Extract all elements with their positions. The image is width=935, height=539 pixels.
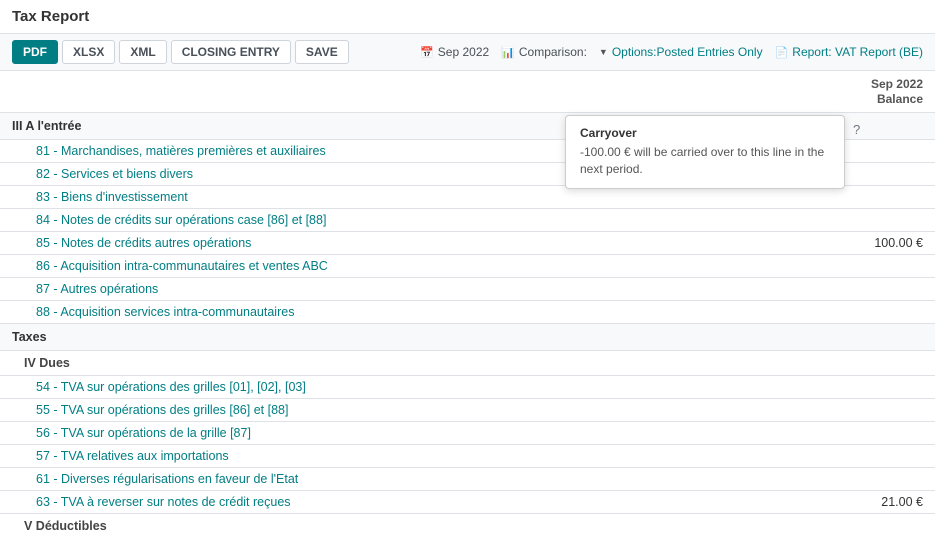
row-label: 87 - Autres opérations: [0, 278, 815, 301]
row-value: [815, 301, 935, 324]
tooltip-title: Carryover: [580, 126, 830, 140]
table-row[interactable]: 85 - Notes de crédits autres opérations1…: [0, 232, 935, 255]
xlsx-button[interactable]: XLSX: [62, 40, 115, 64]
table-row[interactable]: 61 - Diverses régularisations en faveur …: [0, 468, 935, 491]
save-button[interactable]: SAVE: [295, 40, 349, 64]
options-section[interactable]: Options:Posted Entries Only: [599, 45, 763, 59]
chart-icon: [501, 46, 515, 59]
report-section[interactable]: Report: VAT Report (BE): [775, 45, 923, 59]
row-value: [815, 209, 935, 232]
row-label: 54 - TVA sur opérations des grilles [01]…: [0, 376, 815, 399]
filter-icon: [599, 47, 608, 57]
row-label: 63 - TVA à reverser sur notes de crédit …: [0, 491, 815, 514]
section-header: Taxes: [0, 324, 935, 351]
subsection-header: IV Dues: [0, 351, 935, 376]
col-label-header: [0, 71, 815, 113]
comparison-section: Comparison:: [501, 45, 587, 59]
tooltip-help-icon[interactable]: ?: [853, 122, 860, 137]
row-value: [815, 399, 935, 422]
table-row[interactable]: 54 - TVA sur opérations des grilles [01]…: [0, 376, 935, 399]
toolbar: PDF XLSX XML CLOSING ENTRY SAVE Sep 2022…: [0, 34, 935, 71]
col-date: Sep 2022: [871, 77, 923, 91]
col-balance: Balance: [877, 92, 923, 106]
row-label: 86 - Acquisition intra-communautaires et…: [0, 255, 815, 278]
page-title: Tax Report: [12, 8, 89, 25]
tooltip-body: -100.00 € will be carried over to this l…: [580, 144, 830, 178]
xml-button[interactable]: XML: [119, 40, 166, 64]
row-value: [815, 376, 935, 399]
row-value: [815, 186, 935, 209]
row-label: 83 - Biens d'investissement: [0, 186, 815, 209]
row-label: 88 - Acquisition services intra-communau…: [0, 301, 815, 324]
table-row[interactable]: 55 - TVA sur opérations des grilles [86]…: [0, 399, 935, 422]
row-label: 57 - TVA relatives aux importations: [0, 445, 815, 468]
row-value: [815, 278, 935, 301]
pdf-button[interactable]: PDF: [12, 40, 58, 64]
closing-entry-button[interactable]: CLOSING ENTRY: [171, 40, 291, 64]
comparison-label: Comparison:: [519, 45, 587, 59]
carryover-tooltip: Carryover -100.00 € will be carried over…: [565, 115, 845, 189]
row-label: 55 - TVA sur opérations des grilles [86]…: [0, 399, 815, 422]
row-label: 61 - Diverses régularisations en faveur …: [0, 468, 815, 491]
app-container: Tax Report PDF XLSX XML CLOSING ENTRY SA…: [0, 0, 935, 530]
row-value: [815, 468, 935, 491]
row-label: 56 - TVA sur opérations de la grille [87…: [0, 422, 815, 445]
table-row[interactable]: 83 - Biens d'investissement: [0, 186, 935, 209]
table-row[interactable]: 84 - Notes de crédits sur opérations cas…: [0, 209, 935, 232]
subsection-header: V Déductibles: [0, 514, 935, 531]
row-label: 84 - Notes de crédits sur opérations cas…: [0, 209, 815, 232]
table-row[interactable]: 87 - Autres opérations: [0, 278, 935, 301]
row-value: [815, 422, 935, 445]
table-row[interactable]: 56 - TVA sur opérations de la grille [87…: [0, 422, 935, 445]
page-header: Tax Report: [0, 0, 935, 34]
report-label: Report: VAT Report (BE): [792, 45, 923, 59]
row-label: 85 - Notes de crédits autres opérations: [0, 232, 815, 255]
row-value: 100.00 €: [815, 232, 935, 255]
table-row[interactable]: 57 - TVA relatives aux importations: [0, 445, 935, 468]
period-label: Sep 2022: [438, 45, 489, 59]
toolbar-right: Sep 2022 Comparison: Options:Posted Entr…: [420, 45, 923, 59]
table-row[interactable]: 88 - Acquisition services intra-communau…: [0, 301, 935, 324]
row-value: [815, 445, 935, 468]
col-period-header: Sep 2022 Balance: [815, 71, 935, 113]
table-row[interactable]: 86 - Acquisition intra-communautaires et…: [0, 255, 935, 278]
row-value: 21.00 €: [815, 491, 935, 514]
row-value: [815, 255, 935, 278]
options-label[interactable]: Options:Posted Entries Only: [612, 45, 763, 59]
calendar-icon: [420, 46, 434, 59]
period-selector[interactable]: Sep 2022: [420, 45, 489, 59]
report-icon: [775, 46, 789, 59]
table-row[interactable]: 63 - TVA à reverser sur notes de crédit …: [0, 491, 935, 514]
